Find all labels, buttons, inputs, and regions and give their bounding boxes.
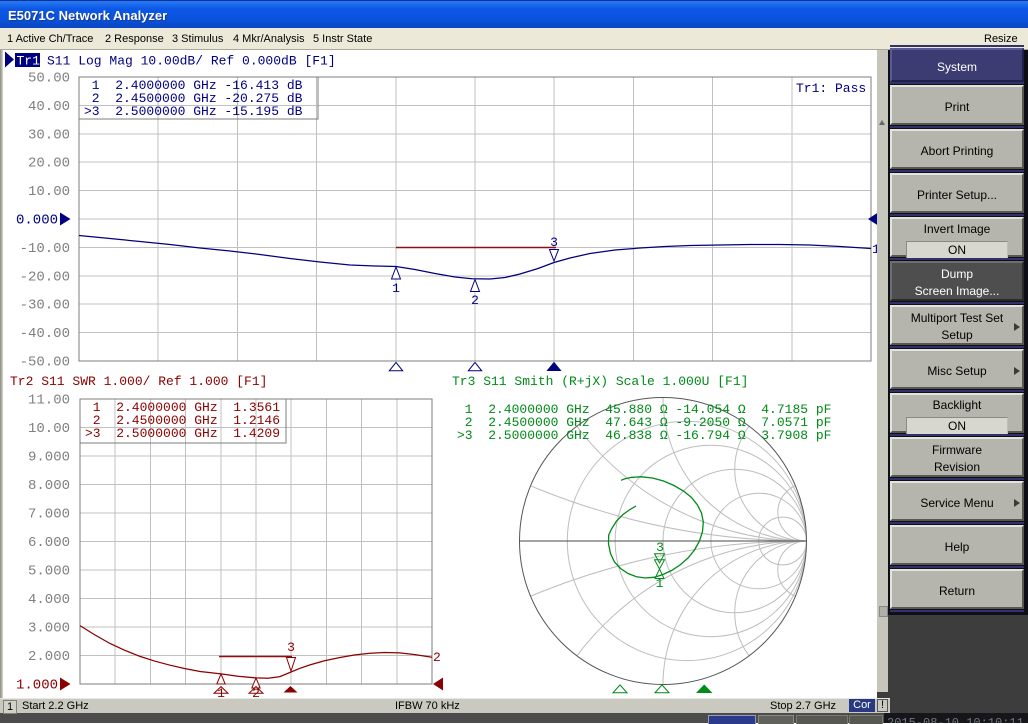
svg-text:2.000: 2.000 — [28, 649, 70, 665]
svg-text:1.000: 1.000 — [16, 678, 58, 694]
svg-text:5.000: 5.000 — [28, 564, 70, 580]
svg-text:S11 Log Mag 10.00dB/ Ref 0.000: S11 Log Mag 10.00dB/ Ref 0.000dB [F1] — [47, 54, 336, 69]
svg-text:30.00: 30.00 — [28, 127, 70, 143]
svg-text:8.000: 8.000 — [28, 478, 70, 494]
svg-text:1: 1 — [392, 281, 400, 296]
svg-text:6.000: 6.000 — [28, 535, 70, 551]
svg-text:2: 2 — [433, 650, 441, 665]
svg-text:>3 2.5000000 GHz -15.195 dB: >3 2.5000000 GHz -15.195 dB — [84, 104, 303, 119]
svg-text:-50.00: -50.00 — [20, 355, 70, 371]
svg-text:1: 1 — [656, 576, 664, 591]
svg-text:-40.00: -40.00 — [20, 326, 70, 342]
svg-text:Tr3 S11 Smith (R+jX) Scale 1.0: Tr3 S11 Smith (R+jX) Scale 1.000U [F1] — [452, 374, 748, 389]
svg-text:9.000: 9.000 — [28, 450, 70, 466]
svg-text:-10.00: -10.00 — [20, 241, 70, 257]
svg-text:Tr1: Pass: Tr1: Pass — [796, 81, 866, 96]
svg-text:-30.00: -30.00 — [20, 298, 70, 314]
svg-text:>3 2.5000000 GHz 46.838 Ω -1: >3 2.5000000 GHz 46.838 Ω -16.794 Ω 3.79… — [457, 428, 831, 443]
svg-text:Tr2 S11 SWR 1.000/ Ref 1.000 [: Tr2 S11 SWR 1.000/ Ref 1.000 [F1] — [10, 374, 267, 389]
svg-text:>3 2.5000000 GHz 1.4209: >3 2.5000000 GHz 1.4209 — [85, 426, 280, 441]
svg-text:10.00: 10.00 — [28, 421, 70, 437]
svg-text:0.000: 0.000 — [16, 213, 58, 229]
svg-text:20.00: 20.00 — [28, 156, 70, 172]
svg-text:50.00: 50.00 — [28, 71, 70, 87]
svg-text:11.00: 11.00 — [28, 393, 70, 409]
svg-text:3.000: 3.000 — [28, 621, 70, 637]
svg-text:3: 3 — [550, 235, 558, 250]
svg-text:10.00: 10.00 — [28, 184, 70, 200]
svg-text:4.000: 4.000 — [28, 592, 70, 608]
svg-text:3: 3 — [656, 540, 664, 555]
svg-text:Tr1: Tr1 — [17, 54, 41, 69]
svg-text:-20.00: -20.00 — [20, 269, 70, 285]
svg-text:7.000: 7.000 — [28, 507, 70, 523]
svg-text:40.00: 40.00 — [28, 99, 70, 115]
svg-text:2: 2 — [471, 293, 479, 308]
svg-text:3: 3 — [287, 640, 295, 655]
